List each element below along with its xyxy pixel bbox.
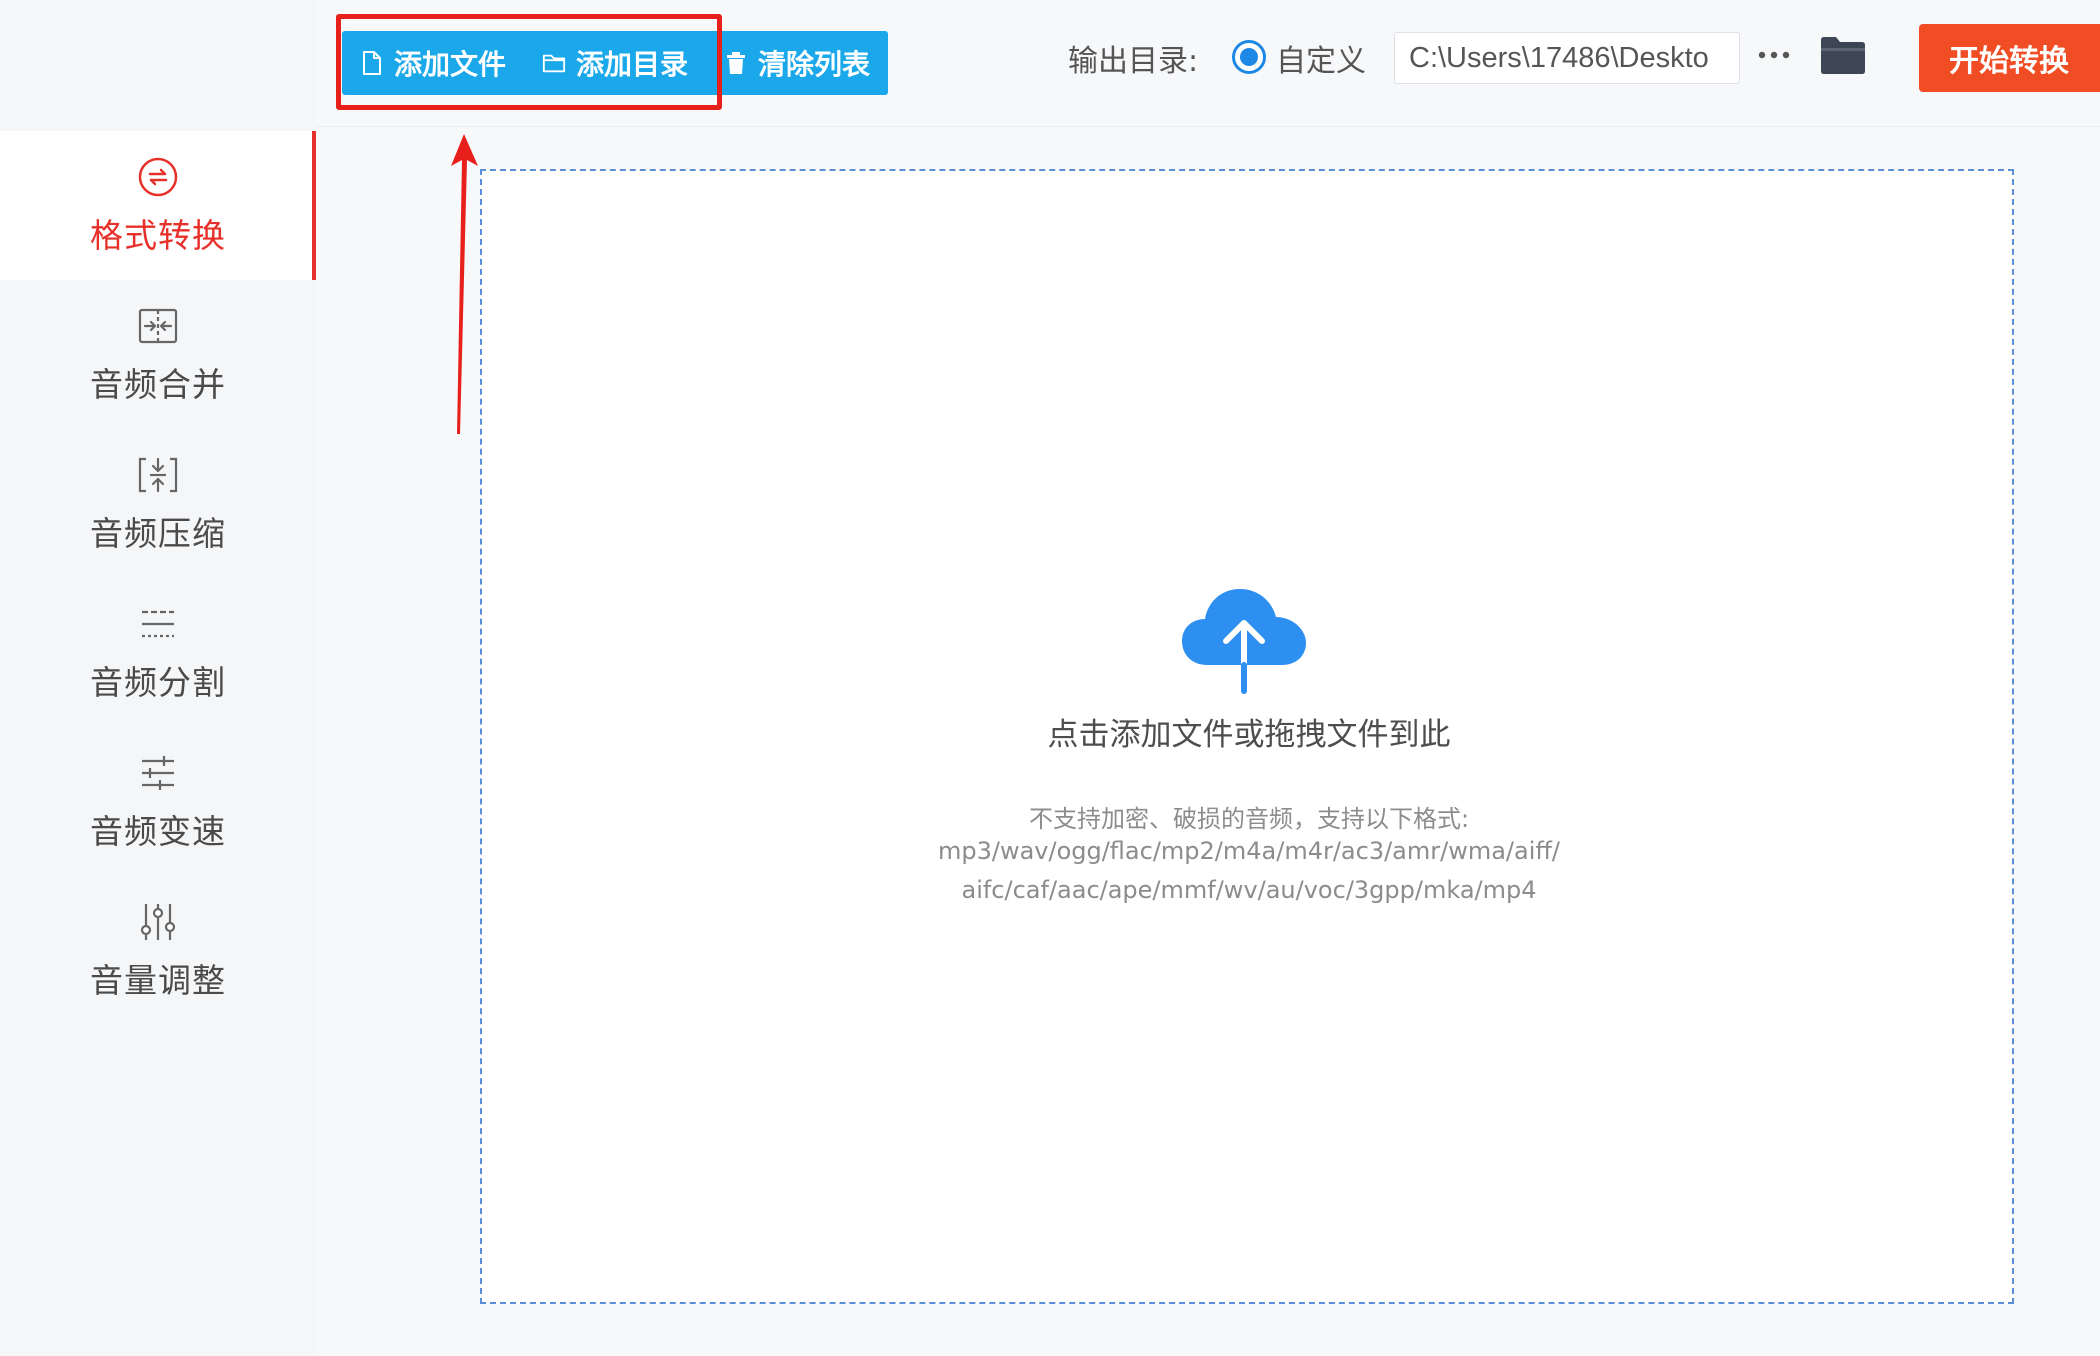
file-icon [363,51,381,75]
sidebar-item-label: 音频合并 [90,364,226,404]
file-drop-zone[interactable]: 点击添加文件或拖拽文件到此 不支持加密、破损的音频，支持以下格式: mp3/wa… [480,169,2014,1304]
trash-icon [727,52,746,74]
output-path-input[interactable] [1394,32,1740,84]
more-options-icon[interactable] [1756,40,1792,70]
toolbar: 添加文件 添加目录 清除列表 输出目录: 自定义 C:\Users\17486\… [316,0,2100,126]
compress-icon [138,457,178,492]
sidebar-item-format-convert[interactable]: 格式转换 [0,131,316,280]
add-folder-label: 添加目录 [576,48,689,81]
cloud-upload-icon [1182,589,1306,694]
sidebar: 格式转换 音频合并 音频压缩 音频分割 音频变速 音量调整 [0,0,316,1356]
folder-icon [542,54,566,73]
speed-icon [142,755,174,790]
supported-formats-line-1: mp3/wav/ogg/flac/mp2/m4a/m4r/ac3/amr/wma… [937,837,1561,865]
add-file-button[interactable]: 添加文件 [342,31,524,95]
custom-output-radio[interactable] [1232,40,1266,74]
custom-output-label: 自定义 [1276,44,1366,79]
convert-icon [138,157,178,196]
merge-icon [138,308,178,343]
drop-zone-note: 不支持加密、破损的音频，支持以下格式: [1028,805,1470,833]
sidebar-list: 格式转换 音频合并 音频压缩 音频分割 音频变速 音量调整 [0,131,316,1025]
add-file-label: 添加文件 [394,48,507,81]
drop-zone-title: 点击添加文件或拖拽文件到此 [1047,717,1451,753]
sidebar-item-audio-compress[interactable]: 音频压缩 [0,429,316,578]
clear-list-button[interactable]: 清除列表 [706,31,888,95]
start-convert-button[interactable]: 开始转换 [1919,24,2100,92]
add-folder-button[interactable]: 添加目录 [524,31,706,95]
open-folder-icon[interactable] [1819,34,1867,76]
sidebar-item-volume-adjust[interactable]: 音量调整 [0,876,316,1025]
sidebar-item-label: 音频压缩 [90,513,226,553]
output-dir-label: 输出目录: [1068,44,1199,79]
clear-list-label: 清除列表 [758,48,871,81]
main-area: 点击添加文件或拖拽文件到此 不支持加密、破损的音频，支持以下格式: mp3/wa… [316,127,2100,1356]
sidebar-item-audio-speed[interactable]: 音频变速 [0,727,316,876]
sidebar-item-label: 格式转换 [90,215,226,255]
split-icon [142,610,174,637]
sidebar-item-label: 音频变速 [90,811,226,851]
sidebar-item-label: 音量调整 [90,960,226,1000]
supported-formats-line-2: aifc/caf/aac/ape/mmf/wv/au/voc/3gpp/mka/… [961,876,1537,904]
sidebar-item-audio-split[interactable]: 音频分割 [0,578,316,727]
sidebar-item-label: 音频分割 [90,662,226,702]
volume-icon [140,903,176,940]
sidebar-item-audio-merge[interactable]: 音频合并 [0,280,316,429]
app-window: 格式转换 音频合并 音频压缩 音频分割 音频变速 音量调整 添加文件 添加目录 … [0,0,2100,1356]
file-button-group: 添加文件 添加目录 清除列表 [342,31,889,95]
